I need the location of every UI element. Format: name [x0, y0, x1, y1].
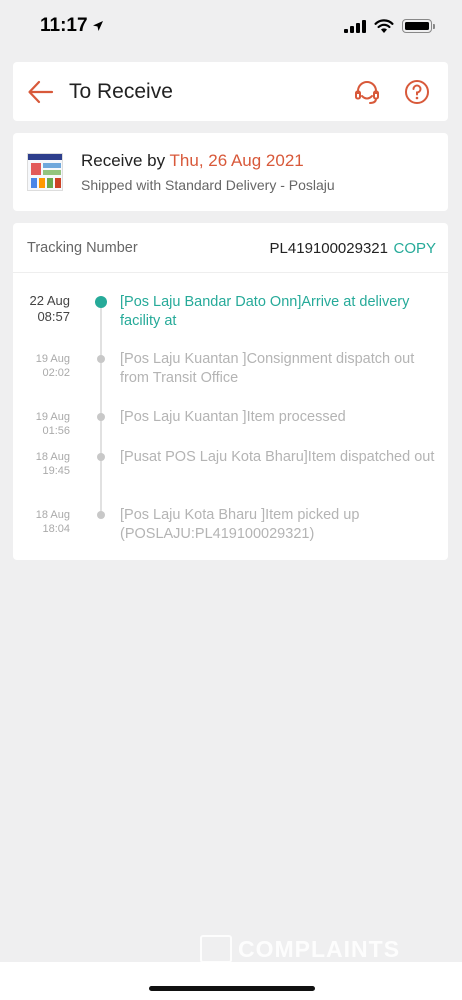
- timeline-line: [100, 301, 102, 513]
- event-time: 08:57: [37, 309, 70, 324]
- event-description: [Pos Laju Kuantan ]Consignment dispatch …: [120, 351, 415, 386]
- event-datetime: 22 Aug 08:57: [30, 293, 71, 325]
- signal-icon: [344, 19, 366, 33]
- help-button[interactable]: [403, 78, 431, 106]
- battery-icon: [402, 19, 435, 33]
- delivery-info-card[interactable]: Receive by Thu, 26 Aug 2021 Shipped with…: [13, 133, 448, 211]
- copy-button[interactable]: COPY: [393, 240, 436, 257]
- event-date: 19 Aug: [35, 353, 70, 365]
- status-indicators: [344, 18, 435, 34]
- event-date: 18 Aug: [35, 451, 70, 463]
- receive-by-label: Receive by: [81, 151, 166, 170]
- timeline-dot: [97, 453, 105, 461]
- event-time: 01:56: [42, 425, 70, 437]
- event-datetime: 19 Aug 02:02: [36, 352, 70, 380]
- bottom-bar: [0, 962, 462, 1000]
- tracking-number-value: PL419100029321: [269, 240, 388, 257]
- location-arrow-icon: [92, 21, 103, 31]
- page-title: To Receive: [69, 80, 173, 103]
- home-indicator[interactable]: [149, 986, 315, 991]
- event-datetime: 18 Aug 18:04: [36, 508, 70, 536]
- back-arrow-icon: [28, 80, 54, 104]
- event-time: 18:04: [42, 523, 70, 535]
- watermark-text: COMPLAINTS: [238, 935, 401, 962]
- product-thumbnail: [27, 153, 63, 191]
- timeline-dot: [97, 355, 105, 363]
- tracking-number-label: Tracking Number: [27, 240, 138, 256]
- event-date: 18 Aug: [35, 509, 70, 521]
- event-date: 22 Aug: [29, 293, 71, 308]
- event-description: [Pusat POS Laju Kota Bharu]Item dispatch…: [120, 449, 435, 465]
- event-time: 19:45: [42, 465, 70, 477]
- watermark: COMPLAINTS: [200, 935, 400, 963]
- status-bar: 11:17: [0, 0, 462, 52]
- event-date: 19 Aug: [35, 411, 70, 423]
- timeline-dot-active: [95, 296, 107, 308]
- status-time: 11:17: [40, 15, 104, 37]
- watermark-logo-icon: [200, 935, 232, 963]
- timeline-dot: [97, 511, 105, 519]
- timeline-dot: [97, 413, 105, 421]
- tracking-card: Tracking Number PL419100029321 COPY 22 A…: [13, 223, 448, 560]
- time-text: 11:17: [40, 15, 88, 36]
- event-datetime: 19 Aug 01:56: [36, 410, 70, 438]
- customer-support-button[interactable]: [353, 78, 381, 106]
- event-time: 02:02: [42, 367, 70, 379]
- receive-date: Thu, 26 Aug 2021: [169, 151, 304, 170]
- header-bar: To Receive: [13, 62, 448, 121]
- event-description: [Pos Laju Kota Bharu ]Item picked up (PO…: [120, 507, 360, 542]
- back-button[interactable]: [27, 78, 55, 106]
- headset-icon: [355, 81, 379, 104]
- shipping-method: Shipped with Standard Delivery - Poslaju: [81, 177, 335, 193]
- help-icon: [405, 80, 429, 104]
- wifi-icon: [374, 18, 394, 33]
- receive-by-text: Receive by Thu, 26 Aug 2021: [81, 151, 304, 171]
- tracking-number-row: Tracking Number PL419100029321 COPY: [13, 223, 448, 273]
- event-datetime: 18 Aug 19:45: [36, 450, 70, 478]
- event-description: [Pos Laju Bandar Dato Onn]Arrive at deli…: [120, 294, 410, 329]
- event-description: [Pos Laju Kuantan ]Item processed: [120, 409, 346, 425]
